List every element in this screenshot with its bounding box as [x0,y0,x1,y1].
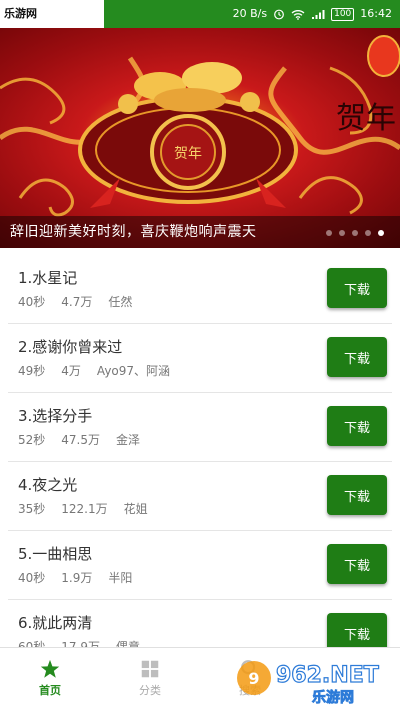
nav-category-label: 分类 [139,684,161,697]
song-duration: 52秒 [18,433,46,447]
banner-caption: 辞旧迎新美好时刻，喜庆鞭炮响声震天 [10,224,257,240]
clock: 16:42 [360,7,392,20]
song-meta: 35秒 122.1万 花姐 [18,500,148,517]
carousel-dot[interactable] [339,230,345,236]
nav-home-label: 首页 [39,684,61,697]
nav-category[interactable]: 分类 [100,648,200,710]
watermark-name: 乐游网 [312,689,354,706]
song-row[interactable]: 2.感谢你曾来过 49秒 4万 Ayo97、阿涵 下载 [8,324,392,393]
download-button[interactable]: 下载 [327,406,387,446]
song-title: 3.选择分手 [18,407,93,425]
song-artist: Ayo97、阿涵 [96,364,171,378]
song-meta: 49秒 4万 Ayo97、阿涵 [18,362,170,379]
song-meta: 52秒 47.5万 金泽 [18,431,140,448]
carousel-dots [326,230,384,236]
song-plays: 4万 [61,364,81,378]
song-title: 2.感谢你曾来过 [18,338,123,356]
song-plays: 1.9万 [61,571,93,585]
signal-icon [311,9,325,20]
song-artist: 任然 [108,295,133,309]
song-duration: 40秒 [18,295,46,309]
song-row[interactable]: 4.夜之光 35秒 122.1万 花姐 下载 [8,462,392,531]
song-artist: 金泽 [116,433,141,447]
song-row[interactable]: 1.水星记 40秒 4.7万 任然 下载 [8,255,392,324]
star-icon [40,659,60,678]
download-button[interactable]: 下载 [327,268,387,308]
song-artist: 半阳 [108,571,133,585]
song-plays: 4.7万 [61,295,93,309]
download-button[interactable]: 下载 [327,337,387,377]
download-button[interactable]: 下载 [327,544,387,584]
song-row[interactable]: 5.一曲相思 40秒 1.9万 半阳 下载 [8,531,392,600]
carousel-dot[interactable] [326,230,332,236]
grid-icon [141,660,159,678]
calligraphy-text: 贺年 [336,101,396,136]
watermark-text: 乐游网 www.962.net [0,0,104,48]
song-title: 4.夜之光 [18,476,78,494]
song-title: 1.水星记 [18,269,78,287]
carousel-dot[interactable] [365,230,371,236]
song-row[interactable]: 6.就此两清 60秒 17.9万 偶意 下载 [8,600,392,648]
battery-indicator: 100 [331,7,355,21]
song-duration: 49秒 [18,364,46,378]
network-speed: 20 B/s [232,7,268,20]
medallion-text: 贺年 [174,146,202,162]
svg-text:9: 9 [248,669,259,688]
song-meta: 40秒 4.7万 任然 [18,293,132,310]
song-row[interactable]: 3.选择分手 52秒 47.5万 金泽 下载 [8,393,392,462]
carousel-dot[interactable] [352,230,358,236]
song-list: 1.水星记 40秒 4.7万 任然 下载 2.感谢你曾来过 49秒 4万 Ayo97、阿涵 下载 3… [0,248,400,648]
song-title: 5.一曲相思 [18,545,93,563]
song-artist: 花姐 [123,502,148,516]
new-year-illustration: 贺年 贺年 [0,35,400,217]
carousel-dot[interactable] [378,230,384,236]
wifi-icon [291,9,305,20]
song-duration: 35秒 [18,502,46,516]
banner-carousel[interactable]: 贺年 贺年 辞旧迎新美好时刻，喜庆鞭炮响声震天 [0,28,400,248]
status-bar: 乐游网 www.962.net 20 B/s 100 16:42 [0,0,400,48]
nav-home[interactable]: 首页 [0,648,100,710]
song-title: 6.就此两清 [18,614,93,632]
status-icons: 20 B/s 100 16:42 [233,0,392,28]
song-duration: 40秒 [18,571,46,585]
site-watermark-logo: 9 962.NET 乐游网 [237,661,379,706]
song-plays: 47.5万 [61,433,101,447]
watermark-domain: 962.NET [276,663,379,688]
download-button[interactable]: 下载 [327,613,387,648]
song-plays: 122.1万 [61,502,108,516]
song-meta: 40秒 1.9万 半阳 [18,569,132,586]
download-button[interactable]: 下载 [327,475,387,515]
alarm-icon [273,8,285,20]
